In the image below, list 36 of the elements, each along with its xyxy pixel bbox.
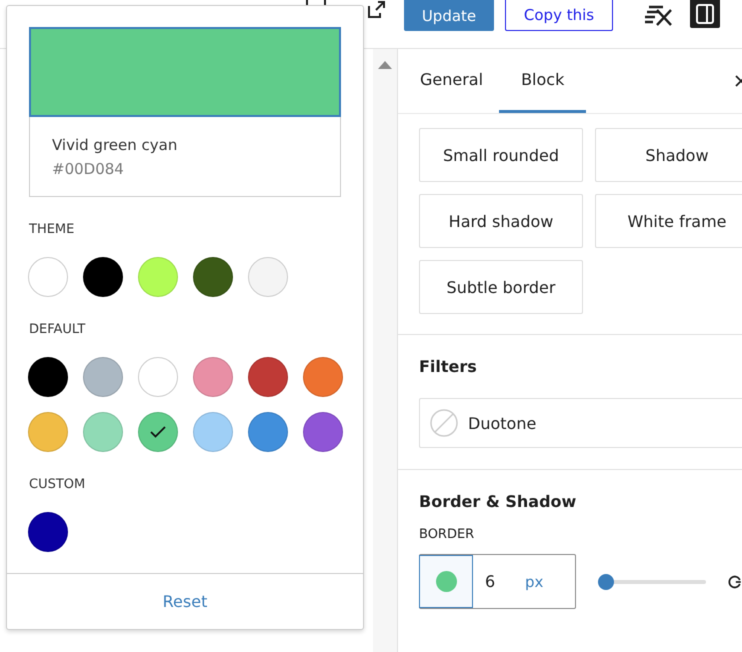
slider-thumb[interactable] (598, 574, 614, 590)
sidebar-toggle-button[interactable] (690, 0, 720, 28)
border-width-slider[interactable] (600, 574, 706, 590)
color-name: Vivid green cyan (52, 136, 178, 154)
duotone-label: Duotone (468, 414, 536, 432)
color-swatch[interactable] (248, 257, 288, 297)
duotone-button[interactable]: Duotone (419, 398, 742, 448)
reset-link[interactable]: Reset (162, 592, 208, 611)
style-option-button[interactable]: Small rounded (419, 128, 583, 182)
list-view-icon[interactable] (643, 4, 673, 28)
section-title: Filters (419, 357, 478, 376)
style-option-button[interactable]: Shadow (595, 128, 742, 182)
reset-icon[interactable] (728, 574, 742, 588)
scroll-up-icon[interactable] (378, 61, 392, 69)
style-option-button[interactable]: White frame (595, 194, 742, 248)
sidebar-tab[interactable]: General (404, 49, 500, 113)
unit-label[interactable]: px (525, 572, 544, 590)
border-label: BORDER (419, 527, 476, 542)
toolbar-button[interactable]: Copy this (505, 0, 613, 31)
palette-label: THEME (29, 222, 76, 237)
border-color-button[interactable] (419, 555, 473, 608)
palette-label: DEFAULT (29, 322, 86, 337)
no-color-icon (430, 409, 458, 437)
section-title: Border & Shadow (419, 492, 578, 511)
external-link-icon[interactable] (366, 0, 386, 20)
toolbar-button[interactable]: Update (404, 0, 494, 31)
sidebar-icon (695, 4, 715, 24)
style-option-button[interactable]: Hard shadow (419, 194, 583, 248)
style-option-button[interactable]: Subtle border (419, 260, 583, 314)
border-width-input[interactable]: 6 (485, 572, 525, 591)
palette-label: CUSTOM (29, 477, 86, 492)
color-swatch[interactable] (138, 357, 178, 397)
color-value: #00D084 (52, 160, 125, 178)
sidebar-tab[interactable]: Block (499, 49, 586, 113)
check-icon (150, 426, 166, 438)
color-swatch[interactable] (28, 257, 68, 297)
